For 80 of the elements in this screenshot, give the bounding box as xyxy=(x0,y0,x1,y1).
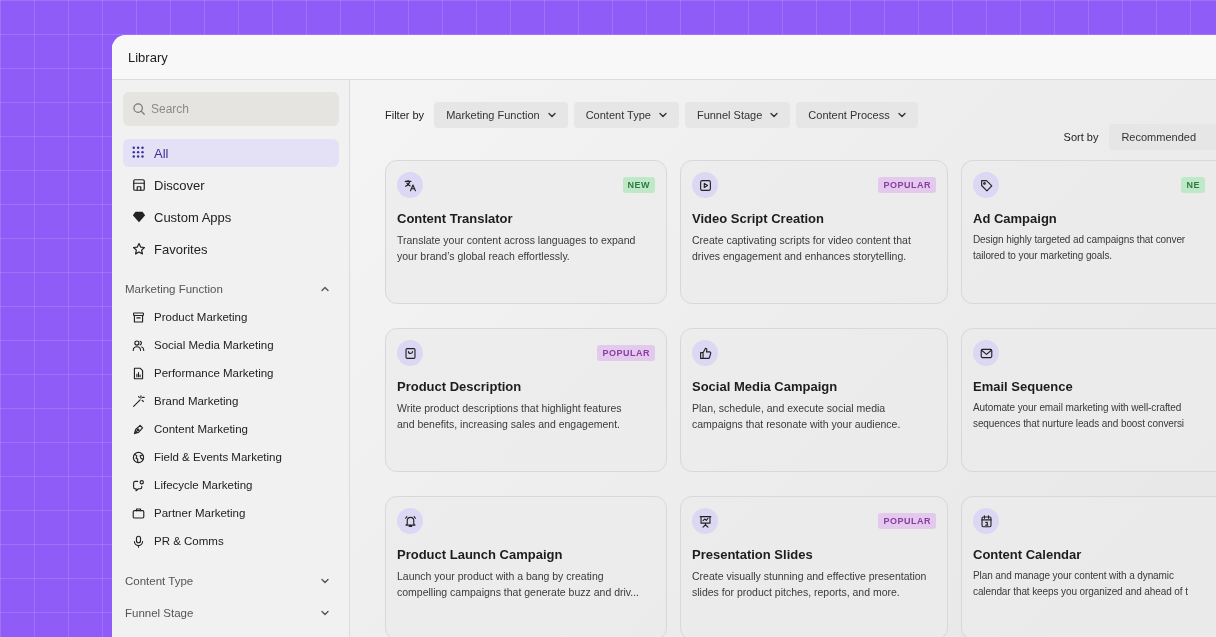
badge: NE xyxy=(1181,177,1205,193)
app-card[interactable]: Product Launch Campaign Launch your product with a bang by creating compelling campaigns that generate buzz and driv... xyxy=(385,496,667,637)
chat-icon xyxy=(132,478,145,492)
card-title: Content Translator xyxy=(397,211,514,226)
people-icon xyxy=(132,338,145,352)
filter-dropdown[interactable]: Funnel Stage xyxy=(684,102,791,128)
card-description: Automate your email marketing with well-crafted sequences that nurture leads and boost conversi xyxy=(973,401,1184,431)
nav-item[interactable]: Favorites xyxy=(123,235,339,263)
card-title: Content Calendar xyxy=(973,547,1083,562)
nav-item[interactable]: Custom Apps xyxy=(123,203,339,231)
card-title: Product Launch Campaign xyxy=(397,547,564,562)
card-title: Presentation Slides xyxy=(692,547,814,562)
nav-item[interactable]: Discover xyxy=(123,171,339,199)
diamond-icon xyxy=(132,210,146,224)
badge: POPULAR xyxy=(878,513,936,529)
app-card[interactable]: POPULAR Video Script Creation Create captivating scripts for video content that drives engagement and enhances storytelling. xyxy=(680,160,948,304)
filter-dropdown[interactable]: Content Type xyxy=(573,102,679,128)
calendar-icon xyxy=(979,514,993,528)
globe-icon xyxy=(132,450,145,464)
category-item[interactable]: Social Media Marketing xyxy=(123,331,339,359)
app-card[interactable]: Email Sequence Automate your email marketing with well-crafted sequences that nurture leads and boost conversi xyxy=(961,328,1216,472)
filter-label: Filter by xyxy=(385,109,425,121)
bell-icon xyxy=(403,514,417,528)
app-card[interactable]: POPULAR Product Description Write product descriptions that highlight features and benefits, increasing sales and engagement. xyxy=(385,328,667,472)
category-item[interactable]: Field & Events Marketing xyxy=(123,443,339,471)
card-title: Video Script Creation xyxy=(692,211,825,226)
filter-dropdown[interactable]: Marketing Function xyxy=(434,102,568,128)
card-description: Plan and manage your content with a dynamic calendar that keeps you organized and ahead of t xyxy=(973,569,1188,599)
card-description: Design highly targeted ad campaigns that conver tailored to your marketing goals. xyxy=(973,233,1186,263)
archive-icon xyxy=(132,310,145,324)
category-item[interactable]: Product Marketing xyxy=(123,303,339,331)
badge: POPULAR xyxy=(878,177,936,193)
store-icon xyxy=(132,178,146,192)
app-card[interactable]: POPULAR Presentation Slides Create visually stunning and effective presentation slides for product pitches, reports, and more. xyxy=(680,496,948,637)
card-title: Ad Campaign xyxy=(973,211,1058,226)
section-heading: Content Type xyxy=(125,575,194,587)
card-description: Create visually stunning and effective presentation slides for product pitches, reports, and more. xyxy=(692,569,927,600)
card-description: Launch your product with a bang by creating compelling campaigns that generate buzz and driv... xyxy=(397,569,640,600)
sort-label: Sort by xyxy=(1063,131,1099,143)
sort-dropdown[interactable]: Recommended xyxy=(1109,124,1216,150)
category-item[interactable]: Performance Marketing xyxy=(123,359,339,387)
search-icon xyxy=(132,102,146,116)
document-icon xyxy=(132,366,145,380)
bag-icon xyxy=(403,346,417,360)
app-card[interactable]: NE Ad Campaign Design highly targeted ad campaigns that conver tailored to your marketing goals. xyxy=(961,160,1216,304)
category-item[interactable]: Content Marketing xyxy=(123,415,339,443)
nav-item[interactable]: All xyxy=(123,139,339,167)
pen-icon xyxy=(132,422,145,436)
card-title: Product Description xyxy=(397,379,523,394)
microphone-icon xyxy=(132,534,145,548)
category-item[interactable]: Brand Marketing xyxy=(123,387,339,415)
thumbs-up-icon xyxy=(698,346,712,360)
card-title: Email Sequence xyxy=(973,379,1074,394)
card-description: Create captivating scripts for video content that drives engagement and enhances storytelling. xyxy=(692,233,911,264)
search-field[interactable]: Search xyxy=(123,92,339,126)
mail-icon xyxy=(979,346,993,360)
star-icon xyxy=(132,242,146,256)
wand-icon xyxy=(132,394,145,408)
play-icon xyxy=(698,178,712,192)
filter-dropdown[interactable]: Content Process xyxy=(796,102,918,128)
badge: POPULAR xyxy=(597,345,655,361)
section-heading: Marketing Function xyxy=(125,283,223,295)
card-description: Write product descriptions that highlight features and benefits, increasing sales and engagement. xyxy=(397,401,622,432)
card-title: Social Media Campaign xyxy=(692,379,839,394)
window-title: Library xyxy=(128,49,168,65)
translate-icon xyxy=(403,178,417,192)
section-heading: Funnel Stage xyxy=(125,607,194,619)
presentation-icon xyxy=(698,514,712,528)
category-item[interactable]: PR & Comms xyxy=(123,527,339,555)
category-item[interactable]: Partner Marketing xyxy=(123,499,339,527)
app-card[interactable]: Content Calendar Plan and manage your content with a dynamic calendar that keeps you organized and ahead of t xyxy=(961,496,1216,637)
briefcase-icon xyxy=(132,506,145,520)
card-description: Plan, schedule, and execute social media campaigns that resonate with your audience. xyxy=(692,401,901,432)
grid-icon xyxy=(132,146,146,160)
card-description: Translate your content across languages to expand your brand’s global reach effortlessly. xyxy=(397,233,636,264)
tag-icon xyxy=(979,178,993,192)
badge: NEW xyxy=(622,177,655,193)
category-item[interactable]: Lifecycle Marketing xyxy=(123,471,339,499)
app-card[interactable]: Social Media Campaign Plan, schedule, and execute social media campaigns that resonate with your audience. xyxy=(680,328,948,472)
app-card[interactable]: NEW Content Translator Translate your content across languages to expand your brand’s global reach effortlessly. xyxy=(385,160,667,304)
